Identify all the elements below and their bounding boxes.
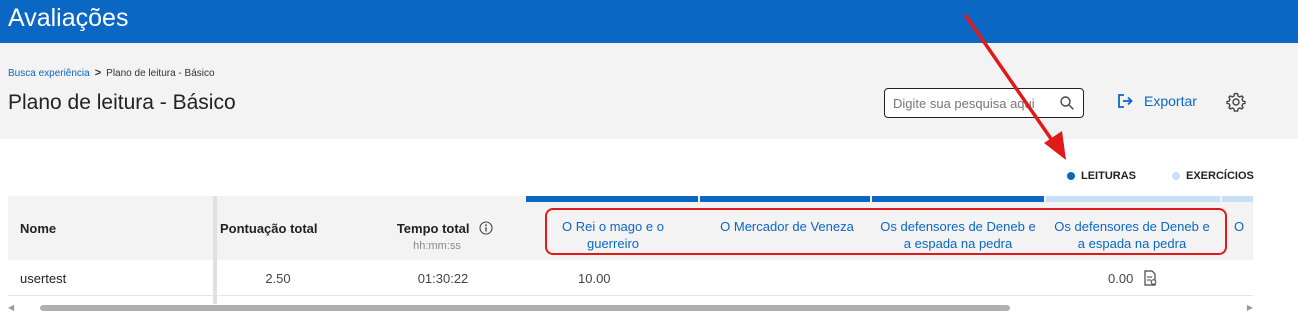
- book-bar-3: [872, 196, 1044, 202]
- legend-dot-exercicios: [1172, 172, 1180, 180]
- legend-dot-leituras: [1067, 172, 1075, 180]
- book-title-5-line1: O: [1234, 219, 1245, 234]
- legend-label-leituras: LEITURAS: [1081, 170, 1136, 182]
- document-icon[interactable]: [1143, 270, 1157, 286]
- breadcrumb-separator: >: [94, 67, 102, 79]
- book-bar-1: [526, 196, 698, 202]
- legend-item-leituras[interactable]: LEITURAS: [1067, 170, 1136, 182]
- book-bar-5: [1222, 196, 1253, 202]
- column-header-pontuacao[interactable]: Pontuação total: [220, 221, 318, 236]
- app-title: Avaliações: [8, 4, 129, 32]
- search-box[interactable]: [884, 88, 1084, 118]
- cell-book-4-score: 0.00: [1108, 271, 1134, 286]
- book-bar-2: [700, 196, 870, 202]
- legend-label-exercicios: EXERCÍCIOS: [1186, 170, 1254, 182]
- cell-book-1-score: 10.00: [578, 271, 611, 286]
- info-icon[interactable]: [479, 221, 493, 235]
- horizontal-scrollbar[interactable]: ◀ ▶: [8, 303, 1253, 313]
- frozen-column-divider: [213, 196, 217, 304]
- gear-icon[interactable]: [1226, 92, 1246, 112]
- breadcrumb-current: Plano de leitura - Básico: [106, 67, 215, 79]
- cell-book-4: 0.00: [1108, 270, 1157, 286]
- top-app-bar: Avaliações: [0, 0, 1298, 43]
- breadcrumb-link-busca[interactable]: Busca experiência: [8, 68, 90, 79]
- scroll-left-icon[interactable]: ◀: [8, 303, 14, 312]
- column-header-nome[interactable]: Nome: [20, 221, 56, 236]
- export-icon: [1118, 94, 1133, 108]
- search-icon[interactable]: [1059, 95, 1075, 111]
- column-header-tempo-format: hh:mm:ss: [413, 240, 461, 252]
- book-column-5[interactable]: O: [1234, 218, 1250, 235]
- export-button[interactable]: Exportar: [1116, 92, 1197, 110]
- search-input[interactable]: [893, 94, 1048, 112]
- column-header-tempo[interactable]: Tempo total hh:mm:ss: [390, 221, 500, 252]
- cell-score: 2.50: [265, 271, 291, 286]
- book-bar-4: [1046, 196, 1220, 202]
- chart-legend: LEITURAS EXERCÍCIOS: [1067, 170, 1254, 182]
- page-title: Plano de leitura - Básico: [8, 91, 236, 114]
- scrollbar-thumb[interactable]: [40, 305, 1010, 311]
- column-header-tempo-label: Tempo total: [396, 221, 470, 236]
- cell-name: usertest: [20, 271, 67, 286]
- table-row[interactable]: usertest 2.50 01:30:22 10.00 0.00: [8, 260, 1253, 296]
- scroll-right-icon[interactable]: ▶: [1247, 303, 1253, 312]
- legend-item-exercicios[interactable]: EXERCÍCIOS: [1172, 170, 1254, 182]
- export-label: Exportar: [1144, 93, 1197, 109]
- annotation-highlight-box: [545, 208, 1227, 255]
- cell-time: 01:30:22: [417, 271, 469, 286]
- breadcrumb: Busca experiência > Plano de leitura - B…: [8, 67, 215, 79]
